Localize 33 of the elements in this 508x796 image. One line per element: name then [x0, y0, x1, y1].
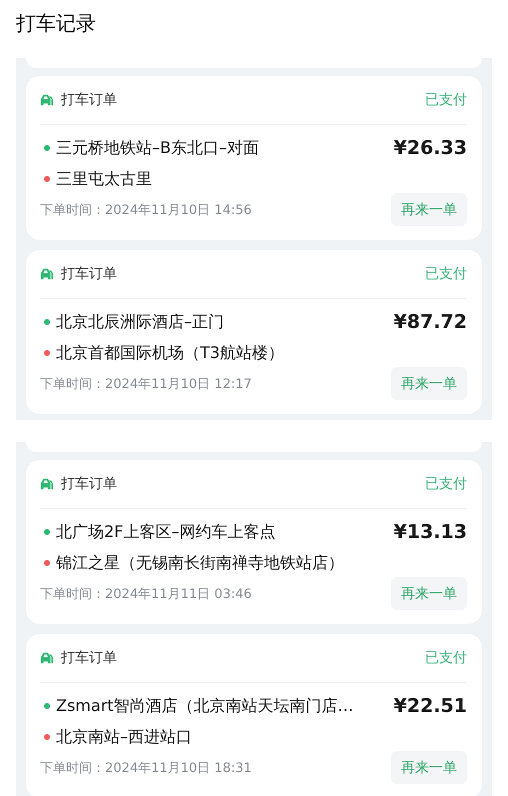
location-name: 北广场2F上客区–网约车上客点 [56, 522, 276, 542]
fare-amount: ¥13.13 [394, 520, 467, 545]
order-time: 下单时间：2024年11月10日 14:56 [40, 202, 252, 218]
order-card[interactable]: 打车订单 已支付 北广场2F上客区–网约车上客点 锦江之星（无锡南长街南禅寺地铁站店） ¥13.13 下单时间：2024年11月11日 03:46 再来一单 [26, 460, 482, 624]
page-title: 打车记录 [15, 10, 97, 36]
order-time: 下单时间：2024年11月10日 18:31 [40, 760, 252, 776]
order-card[interactable]: 打车订单 已支付 北京北辰洲际酒店–正门 北京首都国际机场（T3航站楼） ¥87.72 下单时间：2024年11月10日 12:17 再来一单 [26, 250, 482, 414]
payment-status: 已支付 [425, 91, 467, 109]
car-icon [40, 477, 54, 491]
fare-amount: ¥26.33 [394, 136, 467, 161]
order-type: 打车订单 [61, 265, 117, 283]
location-name: 锦江之星（无锡南长街南禅寺地铁站店） [56, 552, 344, 574]
order-card[interactable]: 打车订单 已支付 三元桥地铁站–B东北口–对面 三里屯太古里 ¥26.33 下单时间：2024年11月10日 14:56 再来一单 [26, 76, 482, 240]
payment-status: 已支付 [425, 265, 467, 283]
location-name: Zsmart智尚酒店（北京南站天坛南门店… [56, 696, 354, 716]
location-name: 北京北辰洲际酒店–正门 [56, 312, 224, 332]
order-time: 下单时间：2024年11月11日 03:46 [40, 586, 252, 602]
location-name: 北京南站–西进站口 [56, 726, 192, 748]
car-icon [40, 267, 54, 281]
order-type: 打车订单 [61, 91, 117, 109]
fare-amount: ¥22.51 [394, 694, 467, 719]
location-name: 三里屯太古里 [56, 168, 152, 190]
fare-amount: ¥87.72 [394, 310, 467, 335]
location-name: 北京首都国际机场（T3航站楼） [56, 342, 284, 364]
location-name: 三元桥地铁站–B东北口–对面 [56, 138, 259, 158]
order-type: 打车订单 [61, 649, 117, 667]
order-card[interactable]: 打车订单 已支付 Zsmart智尚酒店（北京南站天坛南门店… 北京南站–西进站口 ¥22.51 下单时间：2024年11月10日 18:31 再来一单 [26, 634, 482, 796]
car-icon [40, 651, 54, 665]
order-time: 下单时间：2024年11月10日 12:17 [40, 376, 252, 392]
payment-status: 已支付 [425, 649, 467, 667]
car-icon [40, 93, 54, 107]
order-type: 打车订单 [61, 475, 117, 493]
payment-status: 已支付 [425, 475, 467, 493]
